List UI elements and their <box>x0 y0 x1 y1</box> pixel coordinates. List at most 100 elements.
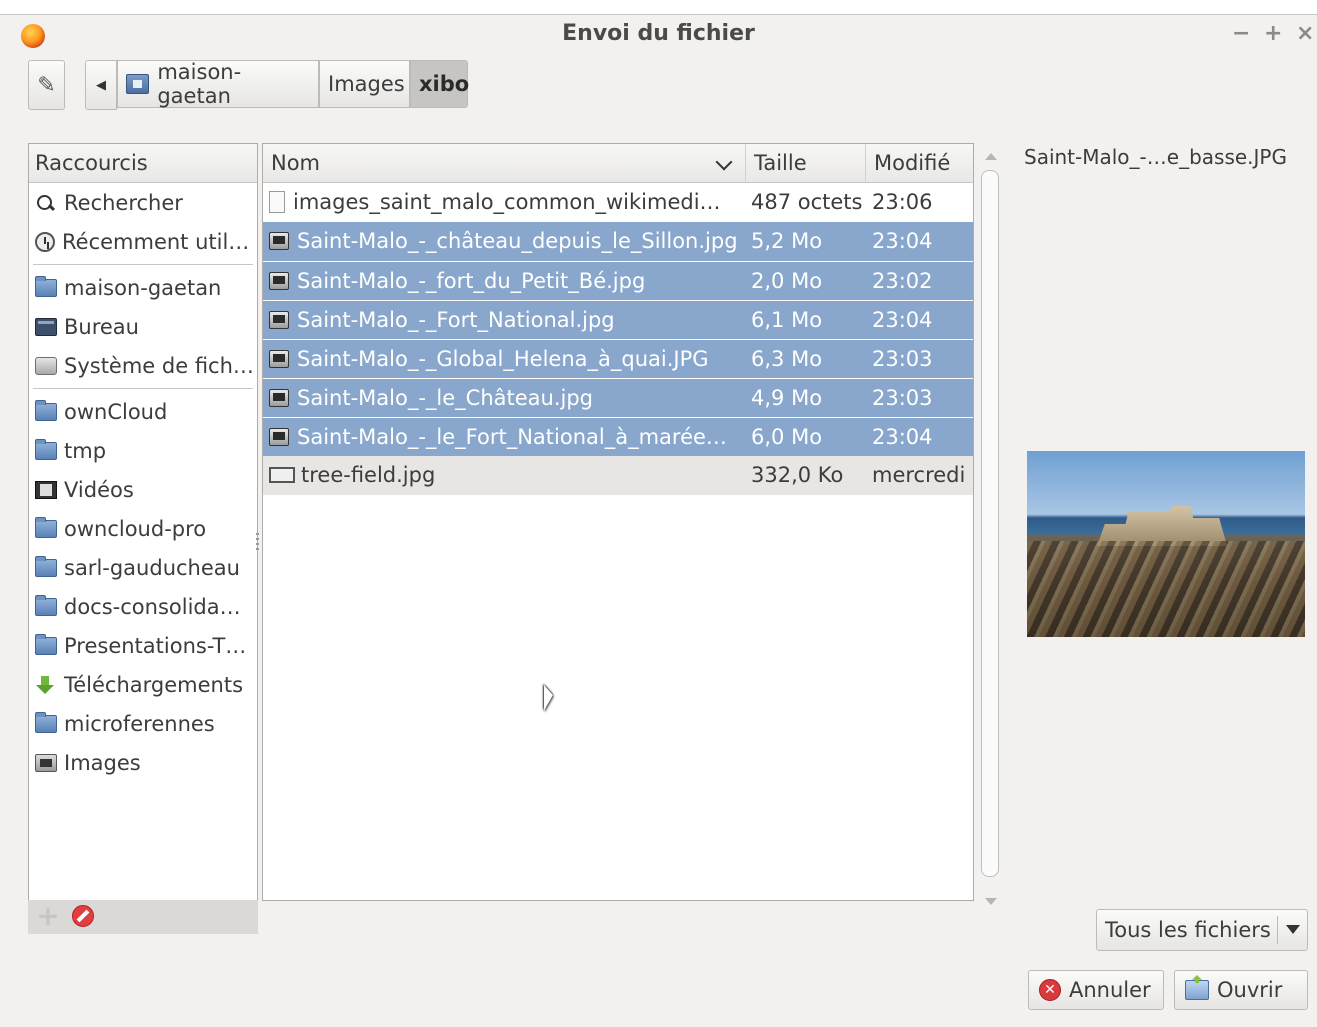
cancel-icon: ✕ <box>1039 979 1061 1001</box>
preview-fort-shape <box>1097 506 1227 546</box>
sidebar-item-images[interactable]: Images <box>29 743 257 782</box>
sidebar-item-docs-consolida[interactable]: docs-consolida… <box>29 587 257 626</box>
maximize-button[interactable]: + <box>1264 21 1282 46</box>
column-header-label: Taille <box>754 151 807 175</box>
folder-icon <box>35 438 57 460</box>
file-size: 6,0 Mo <box>751 425 823 449</box>
file-filter-value: Tous les fichiers <box>1105 918 1271 942</box>
file-size: 5,2 Mo <box>751 229 823 253</box>
sidebar-item-label: tmp <box>64 438 107 463</box>
mouse-cursor-icon <box>544 684 553 716</box>
breadcrumb-images[interactable]: Images <box>319 60 410 108</box>
table-row[interactable]: Saint-Malo_-_Global_Helena_à_quai.JPG 6,… <box>263 339 973 378</box>
sidebar-item-desktop[interactable]: Bureau <box>29 307 257 346</box>
folder-icon <box>35 594 57 616</box>
table-row[interactable]: Saint-Malo_-_le_Château.jpg 4,9 Mo 23:03 <box>263 378 973 417</box>
sidebar-item-home[interactable]: maison-gaetan <box>29 268 257 307</box>
file-name: Saint-Malo_-_Fort_National.jpg <box>297 308 615 332</box>
sidebar-item-label: Rechercher <box>64 190 183 215</box>
chevron-down-icon <box>715 153 733 171</box>
sidebar-item-sarl-gauducheau[interactable]: sarl-gauducheau <box>29 548 257 587</box>
column-header-size[interactable]: Taille <box>745 144 865 182</box>
folder-icon <box>35 711 57 733</box>
breadcrumb-back-button[interactable]: ◀ <box>85 60 117 110</box>
breadcrumb-label: maison-gaetan <box>157 60 242 108</box>
search-icon <box>35 194 57 212</box>
folder-icon <box>35 516 57 538</box>
sidebar-item-label: owncloud-pro <box>64 516 207 541</box>
sidebar-item-owncloud[interactable]: ownCloud <box>29 392 257 431</box>
sidebar-item-presentations[interactable]: Presentations-T… <box>29 626 257 665</box>
column-header-modified[interactable]: Modifié <box>865 144 973 182</box>
breadcrumb-home[interactable]: maison-gaetan <box>117 60 319 108</box>
sidebar-item-filesystem[interactable]: Système de fich… <box>29 346 257 385</box>
file-name: Saint-Malo_-_fort_du_Petit_Bé.jpg <box>297 269 646 293</box>
pane-resize-handle[interactable] <box>256 533 259 553</box>
window-title: Envoi du fichier <box>562 21 755 46</box>
sidebar-item-label: Bureau <box>64 314 139 339</box>
table-row[interactable]: images_saint_malo_common_wikimedi… 487 o… <box>263 183 973 222</box>
disk-icon <box>35 356 57 375</box>
file-size: 6,1 Mo <box>751 308 823 332</box>
minimize-button[interactable]: − <box>1232 21 1250 46</box>
sidebar-item-label: Téléchargements <box>64 672 244 697</box>
sidebar-item-label: Vidéos <box>64 477 134 502</box>
file-name: images_saint_malo_common_wikimedi… <box>293 190 721 214</box>
file-list-header: Nom Taille Modifié <box>263 144 973 183</box>
pictures-icon <box>35 753 57 772</box>
scrollbar-track[interactable] <box>981 170 999 877</box>
scroll-down-icon[interactable] <box>985 898 997 905</box>
table-row[interactable]: Saint-Malo_-_le_Fort_National_à_marée… 6… <box>263 417 973 456</box>
sidebar-item-owncloud-pro[interactable]: owncloud-pro <box>29 509 257 548</box>
add-bookmark-icon[interactable]: + <box>36 902 60 930</box>
close-button[interactable]: × <box>1296 21 1314 46</box>
image-file-icon <box>269 350 289 368</box>
film-icon <box>35 480 57 499</box>
breadcrumb-xibo[interactable]: xibo <box>410 60 470 108</box>
places-sidebar: Raccourcis Rechercher Récemment util… ma… <box>28 143 258 913</box>
sidebar-item-microferennes[interactable]: microferennes <box>29 704 257 743</box>
open-button[interactable]: Ouvrir <box>1174 970 1308 1010</box>
column-header-label: Nom <box>271 151 321 175</box>
scroll-up-icon[interactable] <box>985 153 997 160</box>
column-header-name[interactable]: Nom <box>263 144 745 182</box>
sidebar-item-label: microferennes <box>64 711 215 736</box>
file-modified: 23:03 <box>872 347 933 371</box>
table-row[interactable]: Saint-Malo_-_château_depuis_le_Sillon.jp… <box>263 222 973 261</box>
table-row[interactable]: tree-field.jpg 332,0 Ko mercredi <box>263 456 973 495</box>
download-icon <box>35 675 57 694</box>
cancel-button[interactable]: ✕ Annuler <box>1028 970 1164 1010</box>
file-list[interactable]: Nom Taille Modifié images_saint_malo_com… <box>262 143 974 901</box>
file-chooser-dialog: Envoi du fichier − + × ✎ ◀ maison-gaetan… <box>0 14 1317 1027</box>
table-row[interactable]: Saint-Malo_-_Fort_National.jpg 6,1 Mo 23… <box>263 300 973 339</box>
file-size: 6,3 Mo <box>751 347 823 371</box>
file-modified: 23:04 <box>872 425 933 449</box>
file-name: Saint-Malo_-_Global_Helena_à_quai.JPG <box>297 347 709 371</box>
title-bar: Envoi du fichier − + × <box>0 15 1317 55</box>
sidebar-item-search[interactable]: Rechercher <box>29 183 257 222</box>
sidebar-separator <box>33 388 253 389</box>
table-row[interactable]: Saint-Malo_-_fort_du_Petit_Bé.jpg 2,0 Mo… <box>263 261 973 300</box>
file-list-scrollbar[interactable] <box>978 145 1002 905</box>
file-modified: 23:04 <box>872 308 933 332</box>
breadcrumb-label: xibo <box>419 72 470 96</box>
image-file-icon <box>269 311 289 329</box>
sidebar-item-videos[interactable]: Vidéos <box>29 470 257 509</box>
sidebar-item-tmp[interactable]: tmp <box>29 431 257 470</box>
remove-bookmark-icon[interactable] <box>72 905 94 927</box>
file-size: 487 octets <box>751 190 863 214</box>
sidebar-header: Raccourcis <box>29 144 257 183</box>
arrow-left-icon: ◀ <box>96 77 106 93</box>
type-location-button[interactable]: ✎ <box>28 60 65 110</box>
sidebar-item-label: Images <box>64 750 141 775</box>
file-name: tree-field.jpg <box>301 463 436 487</box>
pencil-icon: ✎ <box>37 72 56 98</box>
sidebar-footer: + <box>28 900 258 934</box>
preview-rocks-shape <box>1027 541 1305 637</box>
sidebar-item-downloads[interactable]: Téléchargements <box>29 665 257 704</box>
picture-file-icon <box>269 467 295 483</box>
image-file-icon <box>269 272 289 290</box>
sidebar-item-recent[interactable]: Récemment util… <box>29 222 257 261</box>
clock-icon <box>35 231 55 252</box>
file-filter-select[interactable]: Tous les fichiers <box>1096 909 1308 951</box>
